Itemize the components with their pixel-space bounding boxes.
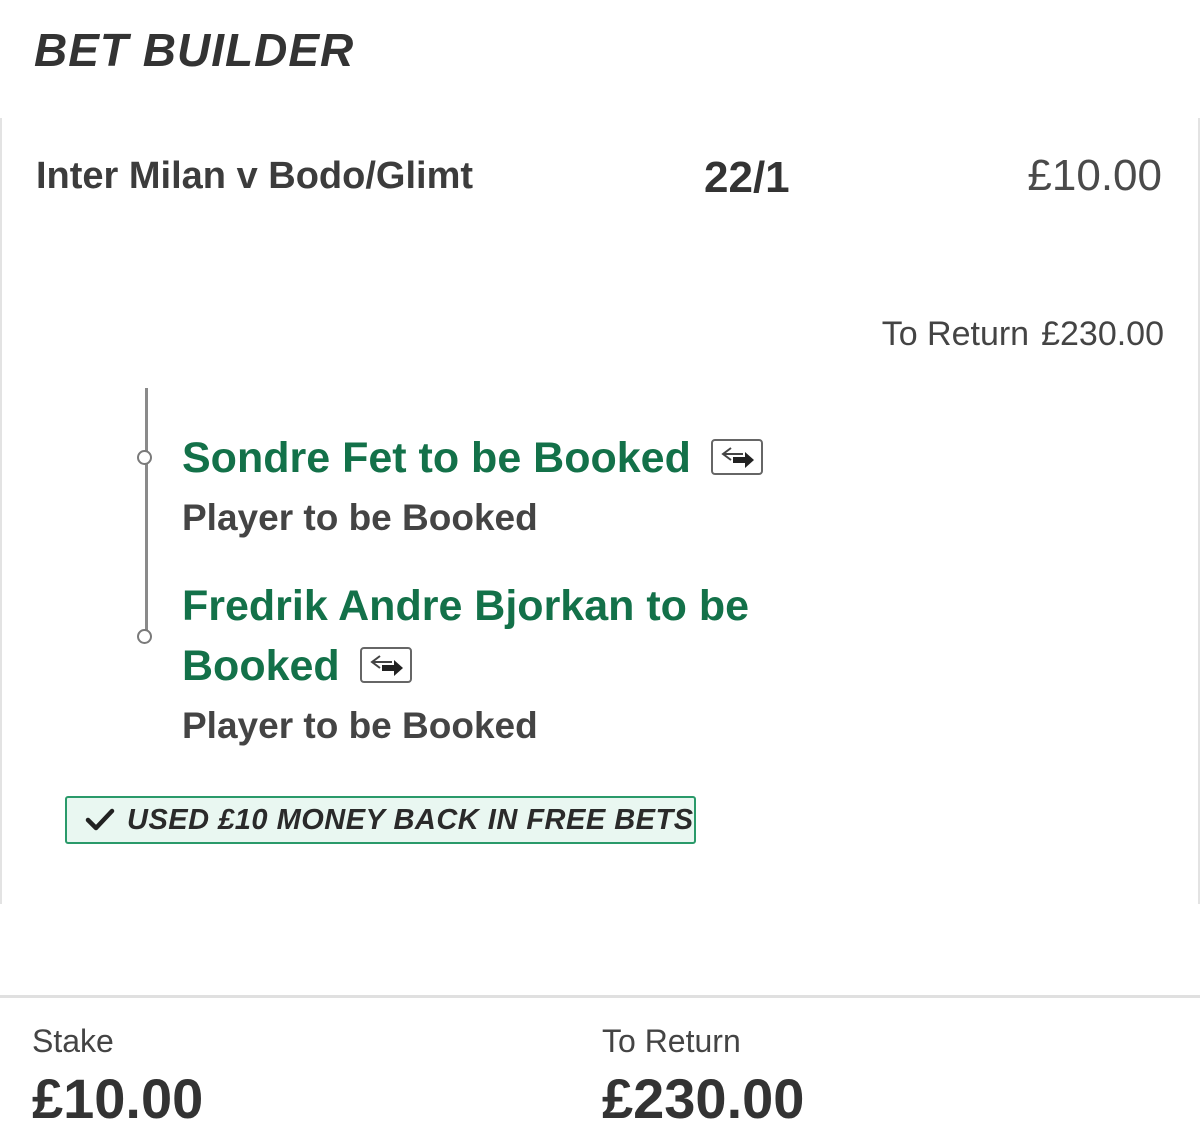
promo-text: USED £10 MONEY BACK IN FREE BETS	[127, 803, 694, 836]
market-name: Player to be Booked	[182, 705, 538, 746]
to-return-row: To Return £230.00	[882, 314, 1164, 354]
return-total: £230.00	[602, 1067, 805, 1130]
to-return-value: £230.00	[1041, 315, 1164, 353]
return-label: To Return	[602, 1023, 741, 1059]
stake-total: £10.00	[32, 1067, 204, 1130]
to-return-label: To Return	[881, 315, 1030, 353]
timeline-dot	[137, 450, 152, 465]
stake-amount: £10.00	[1027, 151, 1162, 200]
bet-card: Inter Milan v Bodo/Glimt 22/1 £10.00 To …	[0, 118, 1200, 904]
timeline-dot	[137, 629, 152, 644]
swap-icon[interactable]	[710, 438, 763, 475]
promo-badge: USED £10 MONEY BACK IN FREE BETS	[65, 796, 696, 844]
selection-name: Fredrik Andre Bjorkan to be Booked	[182, 576, 822, 696]
odds-value: 22/1	[704, 153, 790, 202]
selection-name-line2: Booked	[182, 642, 340, 690]
event-name[interactable]: Inter Milan v Bodo/Glimt	[36, 154, 473, 198]
selections-list: Sondre Fet to be Booked Player to be Boo…	[2, 388, 902, 768]
selection-name-line1: Fredrik Andre Bjorkan to be	[182, 582, 750, 630]
checkmark-icon	[85, 808, 115, 831]
swap-icon[interactable]	[359, 646, 412, 683]
stake-label: Stake	[32, 1023, 114, 1059]
timeline-line	[145, 388, 148, 638]
selection-name: Sondre Fet to be Booked	[182, 428, 822, 488]
selection-name-text: Sondre Fet to be Booked	[182, 434, 691, 482]
bet-summary-footer: Stake £10.00 To Return £230.00	[0, 995, 1200, 1145]
page-title: BET BUILDER	[34, 24, 355, 76]
market-name: Player to be Booked	[182, 497, 538, 538]
